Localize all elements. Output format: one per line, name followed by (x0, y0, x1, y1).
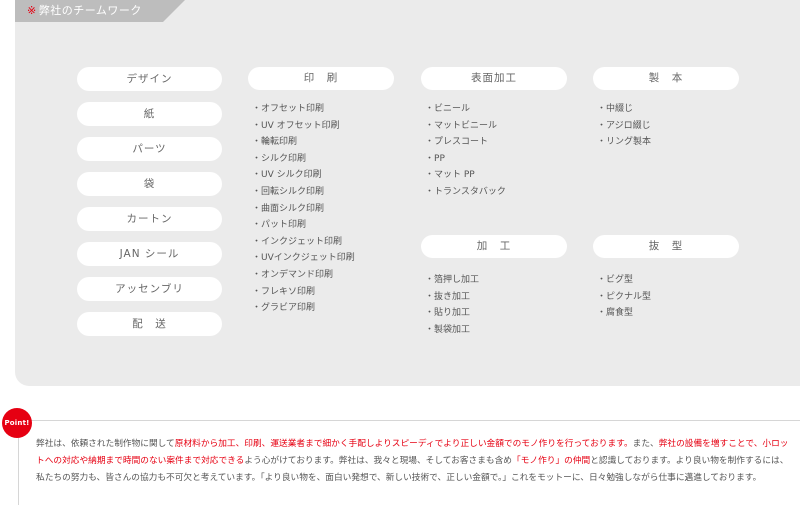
list-item: 回転シルク印刷 (252, 184, 355, 201)
left-button-bag[interactable]: 袋 (77, 172, 222, 196)
list-item: UV シルク印刷 (252, 167, 355, 184)
left-button-carton[interactable]: カートン (77, 207, 222, 231)
list-item: ビニール (425, 101, 506, 118)
die-cutting-list: ビグ型 ピクナル型 腐食型 (597, 272, 651, 322)
list-item: PP (425, 151, 506, 168)
list-item: 曲面シルク印刷 (252, 201, 355, 218)
list-item: 中綴じ (597, 101, 651, 118)
heading-binding[interactable]: 製 本 (593, 67, 739, 90)
list-item: グラビア印刷 (252, 300, 355, 317)
heading-processing[interactable]: 加 工 (421, 235, 567, 258)
list-item: 抜き加工 (425, 289, 479, 306)
list-item: リング製本 (597, 134, 651, 151)
left-button-paper[interactable]: 紙 (77, 102, 222, 126)
surface-finishing-list: ビニール マットビニール プレスコート PP マット PP トランスタバック (425, 101, 506, 201)
left-button-jan-seal[interactable]: JAN シール (77, 242, 222, 266)
left-button-delivery[interactable]: 配 送 (77, 312, 222, 336)
list-item: ビグ型 (597, 272, 651, 289)
list-item: 腐食型 (597, 305, 651, 322)
point-text-segment: よう心がけております。弊社は、我々と現場、そしてお客さまも含め (244, 456, 512, 466)
section-title: ※ 弊社のチームワーク (15, 0, 185, 22)
heading-die-cutting[interactable]: 抜 型 (593, 235, 739, 258)
list-item: マットビニール (425, 118, 506, 135)
list-item: アジロ綴じ (597, 118, 651, 135)
list-item: プレスコート (425, 134, 506, 151)
list-item: 箔押し加工 (425, 272, 479, 289)
list-item: フレキソ印刷 (252, 284, 355, 301)
list-item: 輪転印刷 (252, 134, 355, 151)
list-item: UV オフセット印刷 (252, 118, 355, 135)
list-item: トランスタバック (425, 184, 506, 201)
list-item: インクジェット印刷 (252, 234, 355, 251)
list-item: シルク印刷 (252, 151, 355, 168)
heading-printing[interactable]: 印 刷 (248, 67, 394, 90)
heading-surface-finishing[interactable]: 表面加工 (421, 67, 567, 90)
note-mark: ※ (27, 4, 37, 17)
processing-list: 箔押し加工 抜き加工 貼り加工 製袋加工 (425, 272, 479, 338)
point-description: 弊社は、依頼された制作物に関して原材料から加工、印刷、運送業者まで細かく手配しよ… (36, 436, 796, 487)
list-item: ピクナル型 (597, 289, 651, 306)
point-badge: Point! (2, 408, 32, 438)
point-text-segment: また、 (632, 439, 659, 449)
list-item: 貼り加工 (425, 305, 479, 322)
list-item: パット印刷 (252, 217, 355, 234)
binding-list: 中綴じ アジロ綴じ リング製本 (597, 101, 651, 151)
list-item: オンデマンド印刷 (252, 267, 355, 284)
printing-list: オフセット印刷 UV オフセット印刷 輪転印刷 シルク印刷 UV シルク印刷 回… (252, 101, 355, 317)
point-divider (18, 420, 800, 421)
point-text-highlight: 「モノ作り」の仲間 (512, 456, 591, 466)
section-title-text: 弊社のチームワーク (38, 4, 142, 17)
left-button-assembly[interactable]: アッセンブリ (77, 277, 222, 301)
list-item: UVインクジェット印刷 (252, 250, 355, 267)
left-button-parts[interactable]: パーツ (77, 137, 222, 161)
point-text-segment: 弊社は、依頼された制作物に関して (36, 439, 175, 449)
list-item: オフセット印刷 (252, 101, 355, 118)
point-text-highlight: 原材料から加工、印刷、運送業者まで細かく手配しよりスピーディでより正しい金額での… (174, 439, 633, 449)
list-item: マット PP (425, 167, 506, 184)
left-button-design[interactable]: デザイン (77, 67, 222, 91)
list-item: 製袋加工 (425, 322, 479, 339)
